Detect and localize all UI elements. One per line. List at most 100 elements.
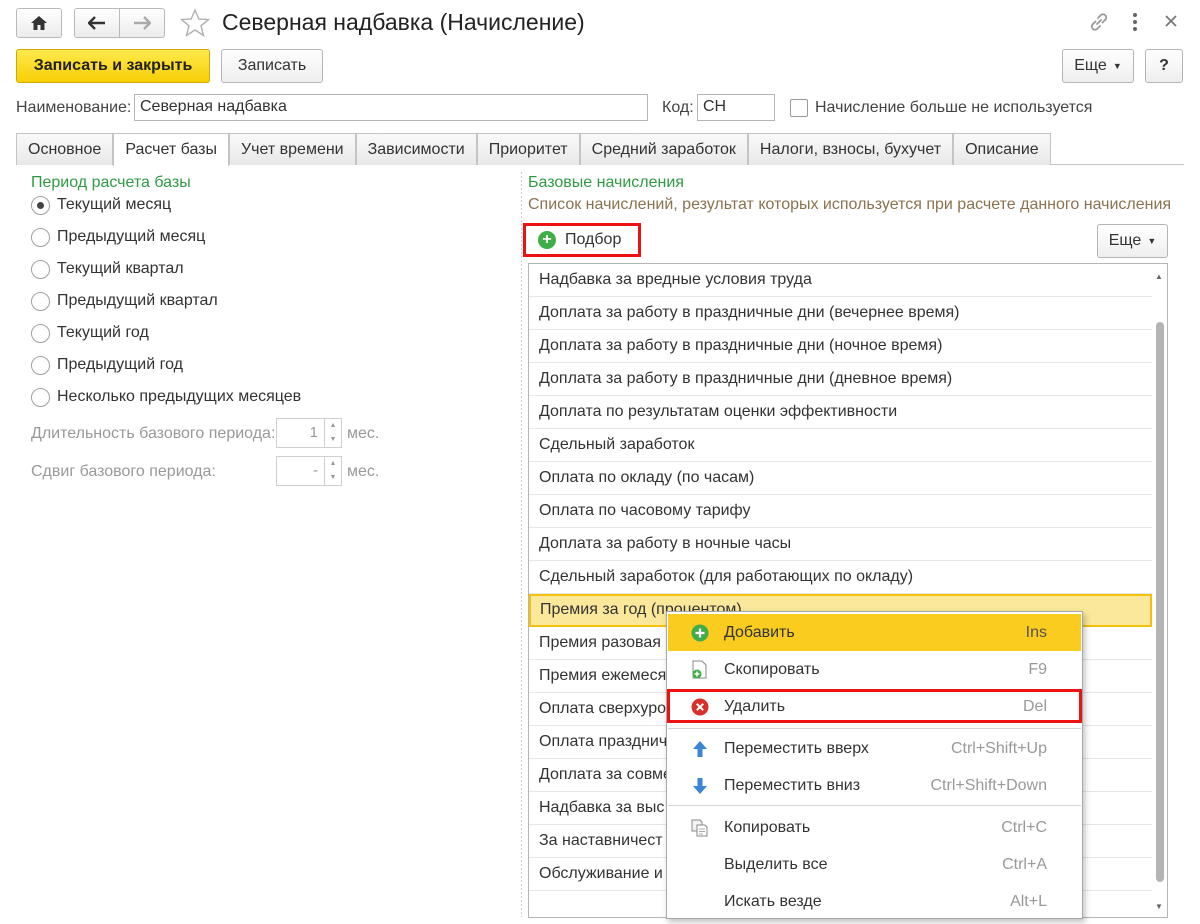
duration-unit: мес.: [347, 425, 380, 442]
shift-stepper[interactable]: - ▲ ▼: [276, 456, 342, 486]
tab-priority[interactable]: Приоритет: [476, 133, 580, 165]
scrollbar-thumb[interactable]: [1156, 322, 1164, 882]
chevron-down-icon[interactable]: ▼: [325, 433, 341, 447]
menu-item-label: Копировать: [724, 818, 811, 836]
duration-value: 1: [309, 424, 318, 441]
list-item[interactable]: Доплата за работу в ночные часы: [529, 528, 1153, 561]
period-option-label: Предыдущий год: [57, 356, 183, 373]
menu-item-search-everywhere[interactable]: Искать везде Alt+L: [668, 883, 1081, 920]
list-item[interactable]: Надбавка за вредные условия труда: [529, 264, 1153, 297]
menu-item-label: Переместить вниз: [724, 776, 861, 794]
unused-checkbox[interactable]: [790, 99, 808, 117]
more-vertical-icon[interactable]: [1131, 12, 1139, 37]
period-option-label: Предыдущий квартал: [57, 292, 218, 309]
chevron-up-icon[interactable]: ▲: [325, 457, 341, 471]
copy-doc-icon: [690, 660, 710, 680]
chevron-down-icon: ▼: [1112, 61, 1122, 71]
tab-time-accounting[interactable]: Учет времени: [229, 133, 356, 165]
favorite-star-icon[interactable]: [179, 8, 211, 43]
name-label: Наименование:: [16, 99, 132, 116]
list-more-button[interactable]: Еще ▼: [1097, 224, 1168, 258]
pick-label: Подбор: [565, 231, 622, 248]
scroll-up-icon[interactable]: ▲: [1155, 272, 1163, 281]
list-item[interactable]: Сдельный заработок (для работающих по ок…: [529, 561, 1153, 594]
tab-dependencies[interactable]: Зависимости: [355, 133, 477, 165]
period-option[interactable]: Предыдущий месяц: [31, 226, 205, 248]
name-field[interactable]: Северная надбавка: [134, 94, 648, 121]
period-group-title: Период расчета базы: [31, 174, 191, 191]
more-button[interactable]: Еще ▼: [1062, 49, 1134, 83]
period-option[interactable]: Предыдущий квартал: [31, 290, 218, 312]
more-label: Еще: [1108, 232, 1142, 249]
menu-item-shortcut: Ctrl+Shift+Down: [930, 776, 1048, 794]
link-icon[interactable]: [1088, 11, 1110, 38]
plus-icon: +: [538, 231, 556, 249]
list-item[interactable]: Оплата по окладу (по часам): [529, 462, 1153, 495]
radio-button: [31, 387, 50, 407]
period-option[interactable]: Текущий месяц: [31, 194, 171, 216]
list-item[interactable]: Оплата по часовому тарифу: [529, 495, 1153, 528]
shift-unit: мес.: [347, 463, 380, 480]
menu-item-move-up[interactable]: Переместить вверх Ctrl+Shift+Up: [668, 730, 1081, 767]
tab-description[interactable]: Описание: [953, 133, 1051, 165]
menu-item-copy-clipboard[interactable]: Копировать Ctrl+C: [668, 809, 1081, 846]
duration-stepper[interactable]: 1 ▲ ▼: [276, 418, 342, 448]
context-menu: Добавить Ins Скопировать F9 Удалить Del …: [666, 611, 1083, 919]
menu-item-shortcut: Alt+L: [1010, 892, 1047, 910]
menu-item-move-down[interactable]: Переместить вниз Ctrl+Shift+Down: [668, 767, 1081, 804]
stepper-arrows[interactable]: ▲ ▼: [324, 419, 341, 447]
clipboard-copy-icon: [690, 818, 710, 838]
base-subtitle: Список начислений, результат которых исп…: [528, 196, 1172, 213]
menu-item-add[interactable]: Добавить Ins: [668, 614, 1081, 651]
more-label: Еще: [1074, 57, 1107, 74]
delete-highlight-frame: [667, 689, 1082, 723]
tab-bar: Основное Расчет базы Учет времени Зависи…: [16, 133, 1051, 166]
menu-item-shortcut: Ctrl+A: [1002, 855, 1047, 873]
period-option[interactable]: Предыдущий год: [31, 354, 183, 376]
period-option[interactable]: Текущий год: [31, 322, 149, 344]
chevron-down-icon: ▼: [1147, 236, 1157, 246]
radio-button: [31, 355, 50, 375]
list-scrollbar[interactable]: ▲ ▼: [1152, 264, 1167, 917]
pick-button[interactable]: + Подбор: [523, 223, 641, 257]
period-option[interactable]: Текущий квартал: [31, 258, 184, 280]
save-button[interactable]: Записать: [221, 49, 323, 83]
tab-base-calculation[interactable]: Расчет базы: [113, 133, 229, 166]
duration-label: Длительность базового периода:: [31, 425, 276, 442]
tab-taxes[interactable]: Налоги, взносы, бухучет: [747, 133, 954, 165]
radio-button: [31, 291, 50, 311]
period-option-label: Текущий месяц: [57, 196, 172, 213]
menu-item-copy-row[interactable]: Скопировать F9: [668, 651, 1081, 688]
back-button[interactable]: [74, 8, 120, 38]
tab-main[interactable]: Основное: [16, 133, 114, 165]
list-item[interactable]: Доплата за работу в праздничные дни (ноч…: [529, 330, 1153, 363]
code-field[interactable]: СН: [697, 94, 775, 121]
tab-average-earnings[interactable]: Средний заработок: [579, 133, 748, 165]
menu-item-shortcut: Ctrl+Shift+Up: [950, 739, 1047, 757]
radio-button: [31, 195, 50, 215]
period-option[interactable]: Несколько предыдущих месяцев: [31, 386, 301, 408]
panel-divider: [521, 172, 522, 917]
period-option-label: Текущий год: [57, 324, 149, 341]
save-and-close-button[interactable]: Записать и закрыть: [16, 49, 210, 83]
radio-button: [31, 259, 50, 279]
list-item[interactable]: Сдельный заработок: [529, 429, 1153, 462]
list-item[interactable]: Доплата за работу в праздничные дни (дне…: [529, 363, 1153, 396]
help-button[interactable]: ?: [1145, 49, 1183, 83]
menu-separator: [668, 805, 1081, 806]
scroll-down-icon[interactable]: ▼: [1155, 902, 1163, 911]
menu-separator: [668, 728, 1081, 729]
window-title: Северная надбавка (Начисление): [222, 9, 585, 35]
home-icon: [31, 16, 47, 30]
close-icon[interactable]: [1164, 14, 1178, 33]
arrow-down-icon: [690, 776, 710, 796]
chevron-down-icon[interactable]: ▼: [325, 471, 341, 485]
home-button[interactable]: [16, 8, 62, 38]
forward-button[interactable]: [119, 8, 165, 38]
stepper-arrows[interactable]: ▲ ▼: [324, 457, 341, 485]
chevron-up-icon[interactable]: ▲: [325, 419, 341, 433]
shift-value: -: [313, 462, 318, 479]
list-item[interactable]: Доплата за работу в праздничные дни (веч…: [529, 297, 1153, 330]
menu-item-select-all[interactable]: Выделить все Ctrl+A: [668, 846, 1081, 883]
list-item[interactable]: Доплата по результатам оценки эффективно…: [529, 396, 1153, 429]
